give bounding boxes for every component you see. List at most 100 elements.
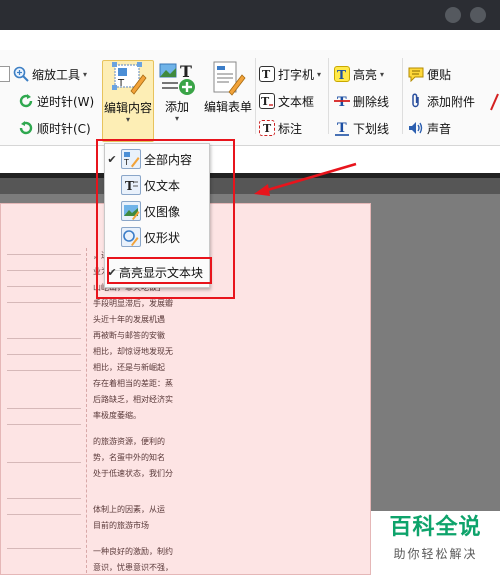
typewriter-button[interactable]: T 打字机 ▾ <box>259 64 321 84</box>
minimize-icon[interactable] <box>445 7 461 23</box>
text-line <box>7 270 81 271</box>
text-line <box>7 254 81 255</box>
callout-button[interactable]: T 标注 <box>259 118 302 138</box>
highlight-icon: T <box>334 66 350 82</box>
watermark-title: 百科全说 <box>389 515 482 540</box>
textbox-button[interactable]: T 文本框 <box>259 91 314 111</box>
chevron-down-icon: ▾ <box>83 69 88 79</box>
edit-content-label: 编辑内容 <box>103 101 152 115</box>
typewriter-label: 打字机 <box>278 67 315 82</box>
close-icon[interactable] <box>470 7 486 23</box>
window-titlebar <box>0 0 500 30</box>
edit-content-icon: T <box>109 61 147 97</box>
page-text-line: 体制上的因素，从运 <box>93 505 165 514</box>
text-line <box>7 370 81 371</box>
text-line <box>7 498 81 499</box>
page-text-line: 相比，却惊讶地发现无 <box>93 347 173 356</box>
rotate-ccw-label: 逆时针(W) <box>37 94 95 109</box>
strikeout-label: 删除线 <box>353 94 390 109</box>
text-line <box>7 408 81 409</box>
left-text-column <box>1 248 87 574</box>
annotation-arrow <box>254 162 357 196</box>
svg-text:T: T <box>263 122 272 135</box>
underline-label: 下划线 <box>353 121 390 136</box>
rotate-cw-button[interactable]: 顺时针(C) <box>18 118 91 138</box>
svg-text:T: T <box>337 121 347 136</box>
svg-text:T: T <box>180 62 192 81</box>
page-text-line: 势，名蛋中外的知名 <box>93 453 165 462</box>
page-text-line: 后路缺乏，相对经济实 <box>93 395 173 404</box>
highlight-label: 高亮 <box>353 67 378 82</box>
underline-icon: T <box>334 120 350 136</box>
rotate-left-icon <box>18 93 34 109</box>
text-line <box>7 462 81 463</box>
text-line <box>7 286 81 287</box>
edit-form-label: 编辑表单 <box>203 100 252 114</box>
add-button[interactable]: T 添加 ▾ <box>156 60 198 142</box>
attach-label: 添加附件 <box>427 94 476 109</box>
attach-button[interactable]: 添加附件 <box>408 91 475 111</box>
text-line <box>7 548 81 549</box>
ribbon-separator <box>402 58 403 134</box>
ribbon-separator <box>328 58 329 134</box>
sound-label: 声音 <box>427 121 452 136</box>
page-text-line: 头近十年的发展机遇 <box>93 315 165 324</box>
highlight-button[interactable]: T 高亮 ▾ <box>334 64 384 84</box>
svg-text:T: T <box>337 95 347 109</box>
edit-form-button[interactable]: 编辑表单 <box>202 60 254 142</box>
zoom-tool-button[interactable]: 缩放工具 ▾ <box>0 64 87 84</box>
more-tools-icon[interactable] <box>490 90 500 112</box>
sticky-note-icon <box>408 66 424 83</box>
page-text-line: 一种良好的激励，制约 <box>93 547 173 556</box>
page-text-line: 意识，忧患意识不强， <box>93 563 173 572</box>
magnifier-icon <box>13 66 29 82</box>
add-icon: T <box>158 60 196 96</box>
sound-button[interactable]: 声音 <box>408 118 451 138</box>
page-text-line: 的旅游资源，便利的 <box>93 437 165 446</box>
text-line <box>7 302 81 303</box>
zoom-tool-label: 缩放工具 <box>32 67 81 82</box>
rotate-ccw-button[interactable]: 逆时针(W) <box>18 91 94 111</box>
page-text-line: 相比，还是与新崛起 <box>93 363 165 372</box>
underline-button[interactable]: T 下划线 <box>334 118 389 138</box>
watermark-logo: 百科全说 助你轻松解决 <box>371 511 500 575</box>
page-text-line: 目前的旅游市场 <box>93 521 149 530</box>
note-label: 便贴 <box>427 67 452 82</box>
annotation-frame-highlight-item <box>107 257 212 284</box>
strikeout-icon: T <box>334 93 350 110</box>
watermark-subtitle: 助你轻松解决 <box>393 547 478 561</box>
speaker-icon <box>408 120 424 136</box>
edit-content-button[interactable]: T 编辑内容 ▾ <box>102 60 154 142</box>
rotate-cw-label: 顺时针(C) <box>37 121 91 136</box>
ribbon-separator <box>255 58 256 134</box>
text-line <box>7 424 81 425</box>
page-text-line: 率极度萎缩。 <box>93 411 141 420</box>
svg-text:T: T <box>337 68 346 81</box>
chevron-down-icon: ▾ <box>174 114 179 123</box>
strikeout-button[interactable]: T 删除线 <box>334 91 389 111</box>
rotate-right-icon <box>18 120 34 136</box>
add-label: 添加 <box>164 100 189 114</box>
page-text-line: 处于低速状态，我们分 <box>93 469 173 478</box>
text-line <box>7 354 81 355</box>
svg-text:T: T <box>262 68 271 81</box>
typewriter-icon: T <box>259 66 275 82</box>
text-line <box>7 338 81 339</box>
chevron-down-icon: ▾ <box>317 69 322 79</box>
textbox-icon: T <box>259 93 275 109</box>
callout-label: 标注 <box>278 121 303 136</box>
textbox-label: 文本框 <box>278 94 315 109</box>
text-line <box>7 514 81 515</box>
callout-icon: T <box>259 120 275 136</box>
chevron-down-icon: ▾ <box>380 69 385 79</box>
ribbon-toolbar: 缩放工具 ▾ 逆时针(W) 顺时针(C) T 编辑内容 ▾ T 添加 ▾ 编辑表… <box>0 50 500 146</box>
note-button[interactable]: 便贴 <box>408 64 451 84</box>
svg-text:T: T <box>117 78 125 89</box>
paperclip-icon <box>408 93 424 109</box>
page-text-line: 手段明显滞后，发展瓣 <box>93 299 173 308</box>
chevron-down-icon: ▾ <box>125 115 130 124</box>
page-text-line: 再被断与邮答的安徽 <box>93 331 165 340</box>
edit-form-icon <box>209 60 247 96</box>
svg-text:T: T <box>261 95 270 108</box>
page-text-line: 存在着相当的差距：蒸 <box>93 379 173 388</box>
